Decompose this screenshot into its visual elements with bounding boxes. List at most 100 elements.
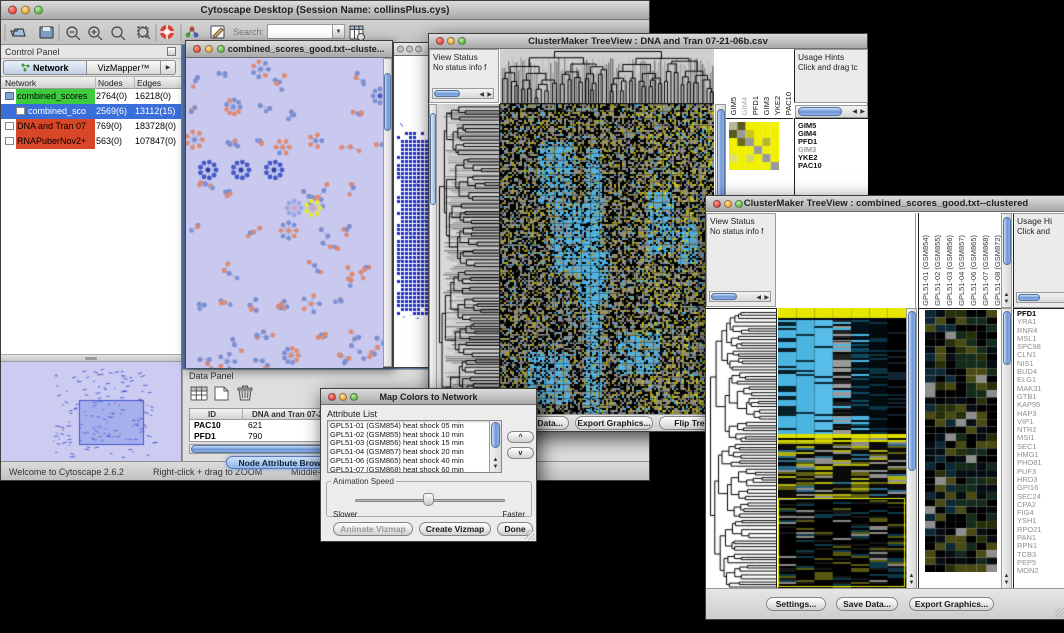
gene-label[interactable]: GPI16 — [1017, 484, 1042, 492]
minimize-button[interactable] — [447, 37, 455, 45]
close-button[interactable] — [8, 6, 17, 15]
minimize-button[interactable] — [21, 6, 30, 15]
network-table-row[interactable]: combined_scores2764(0)16218(0) — [1, 89, 181, 104]
panel-splitter[interactable] — [1, 354, 181, 362]
gene-label[interactable]: YRA1 — [1017, 318, 1042, 326]
tv2-heatmap-vscrollbar[interactable]: ▲▼ — [906, 308, 917, 589]
gene-label[interactable]: NTR2 — [1017, 426, 1042, 434]
gene-label[interactable]: GIM4 — [798, 130, 822, 138]
gene-label[interactable]: SPC98 — [1017, 343, 1042, 351]
gene-label[interactable]: PHO81 — [1017, 459, 1042, 467]
gene-label[interactable]: NIS1 — [1017, 360, 1042, 368]
dialog-title-bar[interactable]: Map Colors to Network — [321, 389, 536, 405]
attribute-list[interactable]: GPL51-01 (GSM854) heat shock 05 minGPL51… — [327, 420, 502, 473]
tv2-status-hscrollbar[interactable]: ◀ ▶ — [709, 291, 771, 302]
gene-label[interactable]: YSH1 — [1017, 517, 1042, 525]
close-button[interactable] — [397, 46, 404, 53]
gene-label[interactable]: PEP5 — [1017, 559, 1042, 567]
zoom-button[interactable] — [34, 6, 43, 15]
gene-label[interactable]: MSI1 — [1017, 434, 1042, 442]
tab-vizmapper[interactable]: VizMapper™ — [87, 60, 161, 75]
column-label[interactable]: YKE2 — [773, 96, 782, 115]
move-up-button[interactable]: ^ — [507, 431, 534, 443]
gene-label[interactable]: RPO21 — [1017, 526, 1042, 534]
network-vscrollbar[interactable] — [383, 58, 392, 367]
window-controls[interactable] — [8, 6, 43, 15]
column-label[interactable]: GPL51-01 (GSM854) — [921, 235, 930, 306]
animate-vizmap-button[interactable]: Animate Vizmap — [333, 522, 413, 536]
attribute-list-item[interactable]: GPL51-07 (GSM868) heat shock 60 min — [330, 466, 464, 473]
tv1-status-hscrollbar[interactable]: ◀ ▶ — [432, 88, 494, 99]
close-button[interactable] — [713, 200, 721, 208]
zoom-button[interactable] — [735, 200, 743, 208]
gene-label[interactable]: PFD1 — [798, 138, 822, 146]
gene-label[interactable]: HRD3 — [1017, 476, 1042, 484]
main-title-bar[interactable]: Cytoscape Desktop (Session Name: collins… — [1, 1, 649, 20]
tv1-heatmap[interactable] — [500, 104, 714, 416]
column-label[interactable]: GIM4 — [740, 97, 749, 115]
network-table-row[interactable]: RNAPuberNov2+563(0)107847(0) — [1, 134, 181, 149]
network-canvas[interactable] — [186, 58, 383, 368]
tv2-labels-vscrollbar[interactable]: ▲▼ — [1001, 213, 1012, 308]
gene-label[interactable]: RPN1 — [1017, 542, 1042, 550]
gene-label[interactable]: PFD1 — [1017, 310, 1042, 318]
move-down-button[interactable]: v — [507, 447, 534, 459]
search-input[interactable] — [267, 24, 333, 39]
gene-label[interactable]: CPA2 — [1017, 501, 1042, 509]
attribute-list-vscrollbar[interactable]: ▲▼ — [489, 421, 501, 472]
gene-label[interactable]: MAK31 — [1017, 385, 1042, 393]
tv1-gene-list[interactable]: GIM5GIM4PFD1GIM3YKE2PAC10 — [798, 122, 822, 170]
column-label[interactable]: GPL51-07 (GSM868) — [981, 235, 990, 306]
slider-thumb[interactable] — [423, 493, 434, 506]
gene-label[interactable]: TCB3 — [1017, 551, 1042, 559]
float-panel-icon[interactable] — [167, 47, 176, 56]
tv1-mini-heatmap[interactable] — [729, 122, 779, 170]
tv2-zoom-vscrollbar[interactable]: ▲▼ — [1001, 308, 1012, 589]
column-label[interactable]: GPL51-06 (GSM865) — [969, 235, 978, 306]
column-label[interactable]: PAC10 — [784, 92, 793, 115]
gene-label[interactable]: HAP3 — [1017, 410, 1042, 418]
tv2-zoom-heatmap[interactable] — [925, 310, 997, 572]
network-table-row[interactable]: DNA and Tran 07769(0)183728(0) — [1, 119, 181, 134]
gene-label[interactable]: RNR4 — [1017, 327, 1042, 335]
search-dropdown-arrow[interactable]: ▼ — [332, 24, 345, 39]
tv1-export-graphics-button[interactable]: Export Graphics... — [575, 416, 653, 430]
zoom-button[interactable] — [350, 393, 358, 401]
gene-label[interactable]: PAC10 — [798, 162, 822, 170]
gene-label[interactable]: GTB1 — [1017, 393, 1042, 401]
gene-label[interactable]: PAN1 — [1017, 534, 1042, 542]
close-button[interactable] — [328, 393, 336, 401]
gene-label[interactable]: CLN1 — [1017, 351, 1042, 359]
gene-label[interactable]: SEC1 — [1017, 443, 1042, 451]
tab-overflow-arrow[interactable]: ▶ — [161, 60, 176, 75]
network-table-row[interactable]: combined_sco2569(6)13112(15) — [1, 104, 181, 119]
column-label[interactable]: GIM5 — [729, 97, 738, 115]
gene-label[interactable]: MSL1 — [1017, 335, 1042, 343]
gene-label[interactable]: MON2 — [1017, 567, 1042, 575]
gene-label[interactable]: ELG1 — [1017, 376, 1042, 384]
column-label[interactable]: GPL51-02 (GSM855) — [933, 235, 942, 306]
column-label[interactable]: PFD1 — [751, 96, 760, 115]
column-label[interactable]: GIM3 — [762, 97, 771, 115]
zoom-button[interactable] — [458, 37, 466, 45]
minimize-button[interactable] — [406, 46, 413, 53]
network-table-header[interactable]: Network Nodes Edges — [1, 76, 181, 89]
minimize-button[interactable] — [205, 45, 213, 53]
gene-label[interactable]: BUD4 — [1017, 368, 1042, 376]
gene-label[interactable]: VIP1 — [1017, 418, 1042, 426]
close-button[interactable] — [436, 37, 444, 45]
tv1-left-vscrollbar[interactable] — [429, 104, 437, 416]
tv1-zoom-hscrollbar[interactable]: ◀ ▶ — [795, 105, 868, 118]
tv2-row-dendrogram[interactable] — [706, 308, 777, 590]
column-label[interactable]: GPL51-04 (GSM857) — [957, 235, 966, 306]
gene-label[interactable]: YKE2 — [798, 154, 822, 162]
minimize-button[interactable] — [724, 200, 732, 208]
tv2-heatmap[interactable] — [778, 308, 906, 589]
gene-label[interactable]: PUF3 — [1017, 468, 1042, 476]
tv1-row-dendrogram[interactable] — [437, 104, 500, 416]
zoom-button[interactable] — [217, 45, 225, 53]
tv2-export-graphics-button[interactable]: Export Graphics... — [909, 597, 994, 611]
gene-label[interactable]: GIM5 — [798, 122, 822, 130]
gene-label[interactable]: GIM3 — [798, 146, 822, 154]
tv2-settings-button[interactable]: Settings... — [766, 597, 826, 611]
